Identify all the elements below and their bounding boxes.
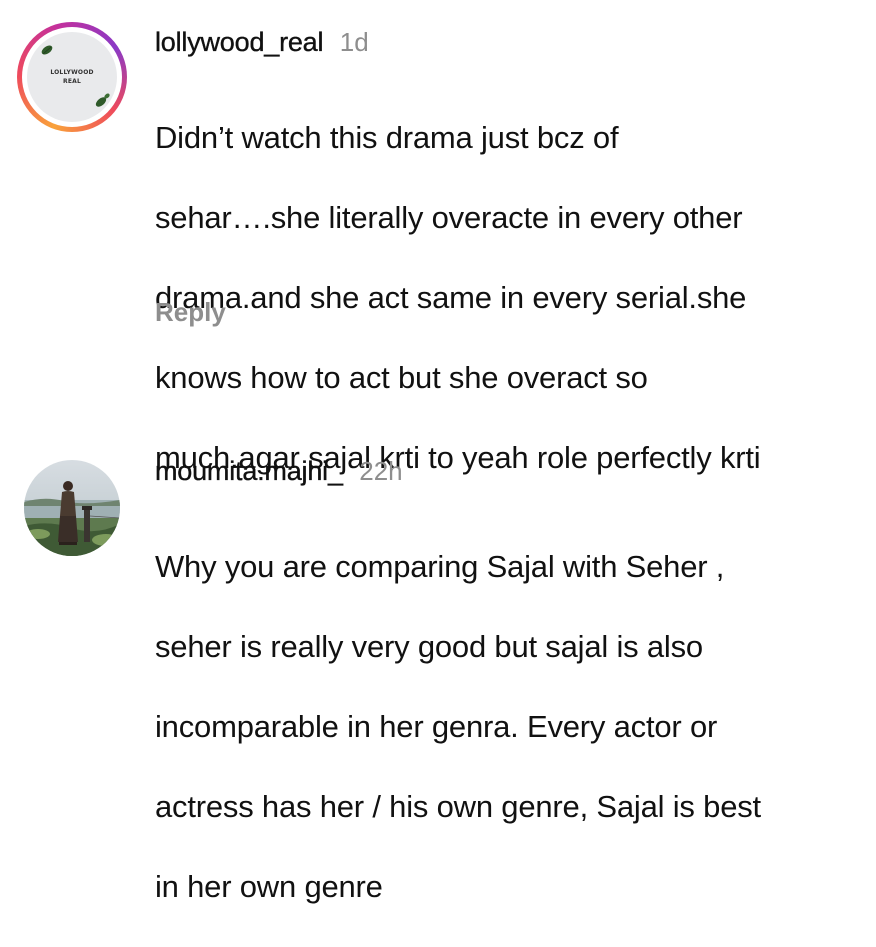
avatar-logo-text: LOLLYWOOD REAL: [50, 69, 94, 85]
reply-button[interactable]: Reply: [155, 297, 226, 328]
comment-text: Why you are comparing Sajal with Seher ,…: [155, 507, 865, 947]
comment-line: actress has her / his own genre, Sajal i…: [155, 789, 761, 824]
comment: moumita.majhi_ 22h Why you are comparing…: [0, 445, 876, 904]
comment-header: lollywood_real 1d: [155, 27, 369, 58]
comment-line: incomparable in her genra. Every actor o…: [155, 709, 718, 744]
comment: LOLLYWOOD REAL lollywood_real 1d Didn’t …: [0, 0, 876, 475]
timestamp: 22h: [359, 456, 403, 486]
comment-header: moumita.majhi_ 22h: [155, 456, 403, 487]
avatar[interactable]: [24, 460, 120, 556]
username-link[interactable]: lollywood_real: [155, 27, 324, 57]
comment-line: Didn’t watch this drama just bcz of: [155, 120, 619, 155]
comment-line: sehar….she literally overacte in every o…: [155, 200, 743, 235]
comment-line: drama.and she act same in every serial.s…: [155, 280, 747, 315]
comment-line: in her own genre: [155, 869, 383, 904]
username-link[interactable]: moumita.majhi_: [155, 456, 343, 486]
avatar-border: LOLLYWOOD REAL: [22, 27, 122, 127]
comment-line: knows how to act but she overact so: [155, 360, 648, 395]
story-ring[interactable]: LOLLYWOOD REAL: [17, 22, 127, 132]
avatar[interactable]: LOLLYWOOD REAL: [27, 32, 117, 122]
comment-line: seher is really very good but sajal is a…: [155, 629, 703, 664]
avatar-photo: [24, 460, 120, 556]
timestamp: 1d: [339, 27, 369, 57]
comment-line: Why you are comparing Sajal with Seher ,: [155, 549, 725, 584]
